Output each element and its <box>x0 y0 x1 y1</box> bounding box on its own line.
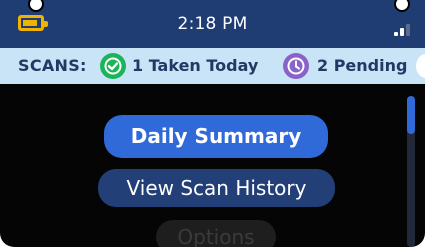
daily-summary-button[interactable]: Daily Summary <box>104 115 328 158</box>
signal-bar <box>406 24 410 36</box>
clock-icon <box>283 53 309 79</box>
scrollbar-thumb[interactable] <box>407 96 415 134</box>
taken-today-count: 1 Taken Today <box>132 56 259 75</box>
mount-pin-icon <box>28 0 44 12</box>
checkmark-icon <box>100 53 126 79</box>
view-scan-history-button[interactable]: View Scan History <box>98 169 335 207</box>
clock-time: 2:18 PM <box>177 14 248 34</box>
signal-bar <box>400 28 404 36</box>
signal-bar <box>394 32 398 36</box>
strip-edge-decoration <box>416 54 425 78</box>
scrollbar-track[interactable] <box>407 96 415 247</box>
mount-pin-icon <box>394 0 410 12</box>
pending-count: 2 Pending <box>317 56 408 75</box>
device-screen: 2:18 PM SCANS: 1 Taken Today 2 Pending D… <box>0 0 425 247</box>
status-bar: 2:18 PM <box>0 0 425 48</box>
options-button[interactable]: Options <box>156 220 276 247</box>
scans-summary-strip: SCANS: 1 Taken Today 2 Pending <box>0 48 425 84</box>
scans-label: SCANS: <box>18 56 87 75</box>
signal-bars-icon <box>394 20 414 36</box>
